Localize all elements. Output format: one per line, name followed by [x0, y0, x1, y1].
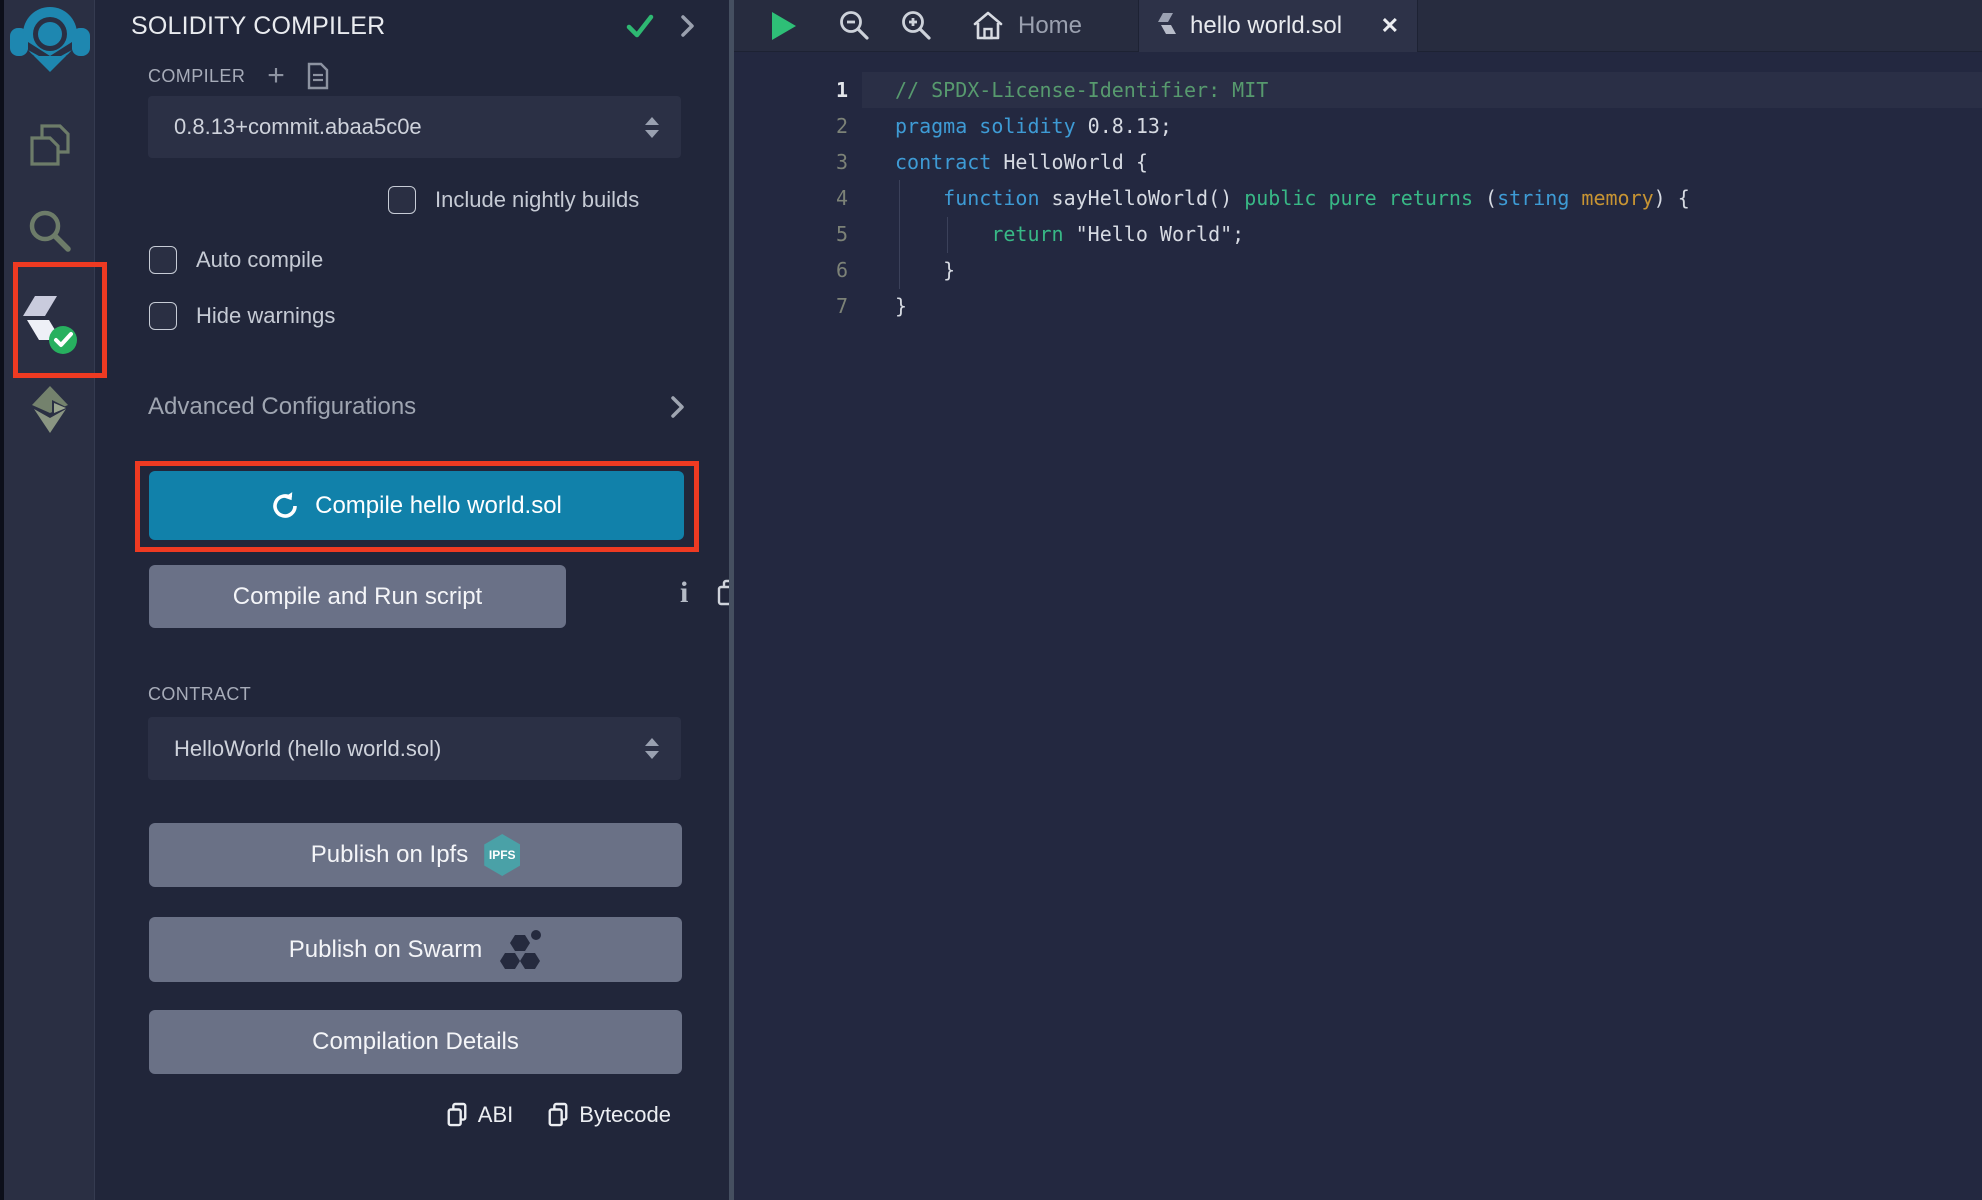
annotation-box-compiler-icon [13, 262, 107, 378]
compiler-version-value: 0.8.13+commit.abaa5c0e [174, 114, 645, 140]
code-line[interactable]: function sayHelloWorld() public pure ret… [895, 180, 1690, 216]
publish-swarm-button[interactable]: Publish on Swarm [149, 917, 682, 982]
tab-home[interactable]: Home [962, 0, 1092, 52]
compiler-section-header: COMPILER + [148, 62, 329, 90]
copy-icon [446, 1102, 468, 1128]
publish-ipfs-button[interactable]: Publish on Ipfs IPFS [149, 823, 682, 887]
code-line[interactable]: } [895, 252, 1690, 288]
copy-icon [547, 1102, 569, 1128]
advanced-configurations-row[interactable]: Advanced Configurations [148, 393, 685, 421]
line-number[interactable]: 6 [734, 252, 848, 288]
publish-ipfs-label: Publish on Ipfs [311, 841, 468, 869]
advanced-configurations-label: Advanced Configurations [148, 393, 671, 421]
line-number[interactable]: 7 [734, 288, 848, 324]
auto-compile-label: Auto compile [196, 247, 323, 273]
compilation-details-button[interactable]: Compilation Details [149, 1010, 682, 1074]
home-icon [972, 11, 1004, 41]
tab-close-icon[interactable]: ✕ [1381, 13, 1399, 39]
zoom-out-icon[interactable] [838, 9, 872, 43]
select-stepper-icon [645, 117, 659, 138]
deploy-run-icon[interactable] [4, 386, 95, 434]
compiler-config-file-icon[interactable] [307, 62, 329, 90]
line-number[interactable]: 2 [734, 108, 848, 144]
panel-chevron-right-icon[interactable] [681, 14, 695, 38]
code-line[interactable]: pragma solidity 0.8.13; [895, 108, 1690, 144]
line-number[interactable]: 5 [734, 216, 848, 252]
copy-abi-button[interactable]: ABI [446, 1102, 513, 1128]
publish-swarm-label: Publish on Swarm [289, 936, 482, 964]
code-line[interactable]: contract HelloWorld { [895, 144, 1690, 180]
zoom-in-icon[interactable] [900, 9, 934, 43]
indent-guide [899, 180, 900, 289]
activity-bar [0, 0, 95, 1200]
annotation-box-compile-button [135, 461, 699, 552]
hide-warnings-label: Hide warnings [196, 303, 335, 329]
indent-guide [947, 217, 948, 253]
auto-compile-checkbox[interactable] [149, 246, 177, 274]
compiler-version-select[interactable]: 0.8.13+commit.abaa5c0e [148, 96, 681, 158]
select-stepper-icon [645, 738, 659, 759]
compilation-details-label: Compilation Details [312, 1028, 519, 1056]
compiler-label: COMPILER [148, 66, 245, 87]
compile-and-run-button[interactable]: Compile and Run script [149, 565, 566, 628]
panel-title: SOLIDITY COMPILER [131, 12, 625, 41]
code-line[interactable]: // SPDX-License-Identifier: MIT [895, 72, 1690, 108]
run-script-play-icon[interactable] [772, 12, 796, 40]
compile-and-run-label: Compile and Run script [233, 583, 482, 611]
swarm-icon [498, 927, 542, 973]
remix-logo-icon[interactable] [4, 4, 95, 74]
bytecode-label: Bytecode [579, 1102, 671, 1128]
code-line[interactable]: return "Hello World"; [895, 216, 1690, 252]
line-number[interactable]: 3 [734, 144, 848, 180]
code-editor[interactable]: 1234567 // SPDX-License-Identifier: MITp… [734, 53, 1982, 1200]
solidity-compiler-panel: SOLIDITY COMPILER COMPILER + 0.8.13+comm… [95, 0, 729, 1200]
abi-bytecode-row: ABI Bytecode [446, 1102, 671, 1128]
line-number[interactable]: 4 [734, 180, 848, 216]
ipfs-icon: IPFS [484, 834, 520, 876]
home-tab-label: Home [1018, 12, 1082, 40]
hide-warnings-row: Hide warnings [149, 302, 335, 330]
editor-pane: Home hello world.sol ✕ 1234567 // SPDX-L… [734, 0, 1982, 1200]
hide-warnings-checkbox[interactable] [149, 302, 177, 330]
search-icon[interactable] [4, 208, 95, 254]
abi-label: ABI [478, 1102, 513, 1128]
file-explorer-icon[interactable] [4, 122, 95, 170]
active-tab-label: hello world.sol [1190, 12, 1368, 40]
copy-bytecode-button[interactable]: Bytecode [547, 1102, 671, 1128]
tab-hello-world-sol[interactable]: hello world.sol ✕ [1138, 0, 1418, 52]
nightly-builds-checkbox[interactable] [388, 186, 416, 214]
advanced-chevron-right-icon [671, 395, 685, 419]
contract-select[interactable]: HelloWorld (hello world.sol) [148, 717, 681, 780]
auto-compile-row: Auto compile [149, 246, 323, 274]
contract-selected-value: HelloWorld (hello world.sol) [174, 736, 645, 762]
nightly-builds-label: Include nightly builds [435, 187, 639, 213]
solidity-file-icon [1157, 12, 1177, 40]
compile-success-check-icon [625, 12, 655, 40]
add-compiler-icon[interactable]: + [267, 63, 285, 89]
contract-label: CONTRACT [148, 684, 251, 705]
panel-header: SOLIDITY COMPILER [131, 8, 695, 44]
line-number[interactable]: 1 [734, 72, 848, 108]
info-icon[interactable]: i [680, 578, 688, 608]
gutter: 1234567 [734, 72, 848, 324]
nightly-builds-row: Include nightly builds [388, 186, 639, 214]
editor-tabstrip: Home hello world.sol ✕ [734, 0, 1982, 52]
code-lines: // SPDX-License-Identifier: MITpragma so… [895, 72, 1690, 324]
code-line[interactable]: } [895, 288, 1690, 324]
